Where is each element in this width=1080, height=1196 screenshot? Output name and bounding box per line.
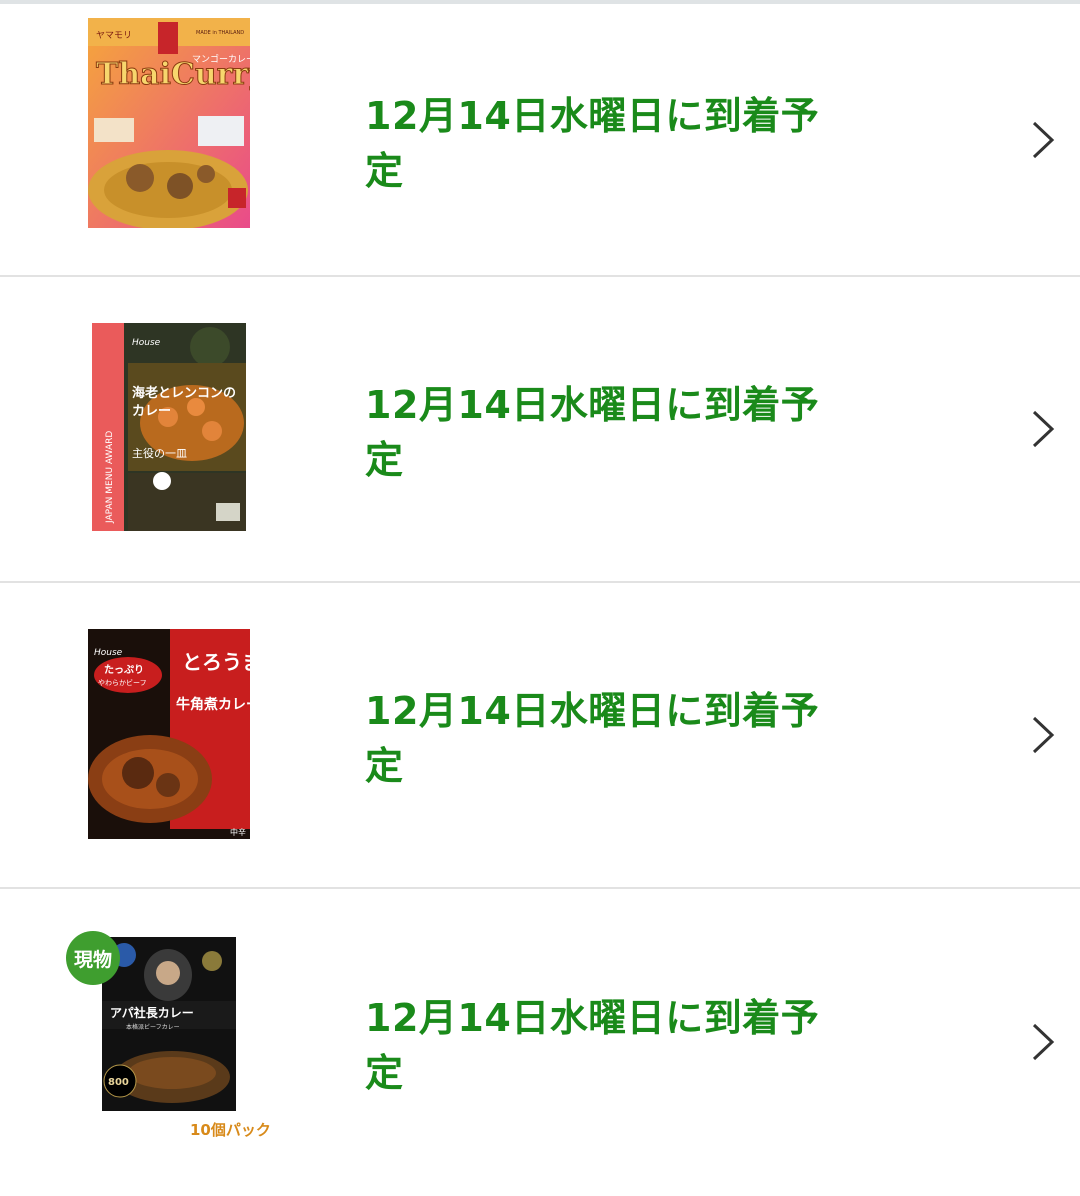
svg-text:牛角煮カレー: 牛角煮カレー <box>176 696 250 713</box>
order-item-row[interactable]: 現物 アパ社長カレー 本格派ビーフカレー 800 10個パック 12月14日水曜… <box>0 889 1080 1195</box>
delivery-date-text: 12月14日水曜日に到着予定 <box>365 996 820 1095</box>
order-item-row[interactable]: ヤマモリ MADE in THAILAND ThaiCurry マンゴーカレー … <box>0 4 1080 277</box>
svg-text:海老とレンコンの: 海老とレンコンの <box>132 385 236 401</box>
order-item-row[interactable]: House たっぷり やわらかビーフ とろうま 牛角煮カレー 中辛 12月14日… <box>0 583 1080 889</box>
svg-text:主役の一皿: 主役の一皿 <box>132 446 187 460</box>
product-image-beef-curry[interactable]: House たっぷり やわらかビーフ とろうま 牛角煮カレー 中辛 <box>88 629 250 839</box>
chevron-right-icon[interactable] <box>1028 408 1058 450</box>
genbutsu-badge: 現物 <box>66 931 120 985</box>
delivery-date-text: 12月14日水曜日に到着予定 <box>365 93 820 193</box>
svg-text:カレー: カレー <box>132 404 171 419</box>
svg-text:800: 800 <box>108 1077 129 1088</box>
delivery-date-text: 12月14日水曜日に到着予定 <box>365 689 820 788</box>
svg-text:アパ社長カレー: アパ社長カレー <box>110 1005 194 1020</box>
chevron-right-icon[interactable] <box>1028 119 1058 161</box>
svg-text:とろうま: とろうま <box>182 650 250 674</box>
product-image-thai-curry[interactable]: ヤマモリ MADE in THAILAND ThaiCurry マンゴーカレー <box>88 18 250 228</box>
delivery-date-text: 12月14日水曜日に到着予定 <box>365 383 820 482</box>
svg-text:House: House <box>94 648 123 658</box>
svg-text:マンゴーカレー: マンゴーカレー <box>192 53 250 65</box>
svg-text:ヤマモリ: ヤマモリ <box>96 31 132 41</box>
chevron-right-icon[interactable] <box>1028 1021 1058 1063</box>
pack-count-label: 10個パック <box>190 1121 271 1139</box>
svg-text:MADE in THAILAND: MADE in THAILAND <box>196 30 244 36</box>
svg-text:やわらかビーフ: やわらかビーフ <box>98 678 147 687</box>
product-image-shrimp-curry[interactable]: JAPAN MENU AWARD House 海老とレンコンの カレー 主役の一… <box>92 323 246 531</box>
svg-text:House: House <box>132 338 161 348</box>
order-item-list: ヤマモリ MADE in THAILAND ThaiCurry マンゴーカレー … <box>0 4 1080 1195</box>
chevron-right-icon[interactable] <box>1028 714 1058 756</box>
svg-text:本格派ビーフカレー: 本格派ビーフカレー <box>126 1023 180 1031</box>
svg-text:JAPAN MENU AWARD: JAPAN MENU AWARD <box>105 431 115 524</box>
product-image-apa-curry[interactable]: アパ社長カレー 本格派ビーフカレー 800 <box>102 937 236 1111</box>
order-item-row[interactable]: JAPAN MENU AWARD House 海老とレンコンの カレー 主役の一… <box>0 277 1080 583</box>
svg-text:たっぷり: たっぷり <box>104 664 144 676</box>
svg-text:中辛: 中辛 <box>230 827 246 837</box>
